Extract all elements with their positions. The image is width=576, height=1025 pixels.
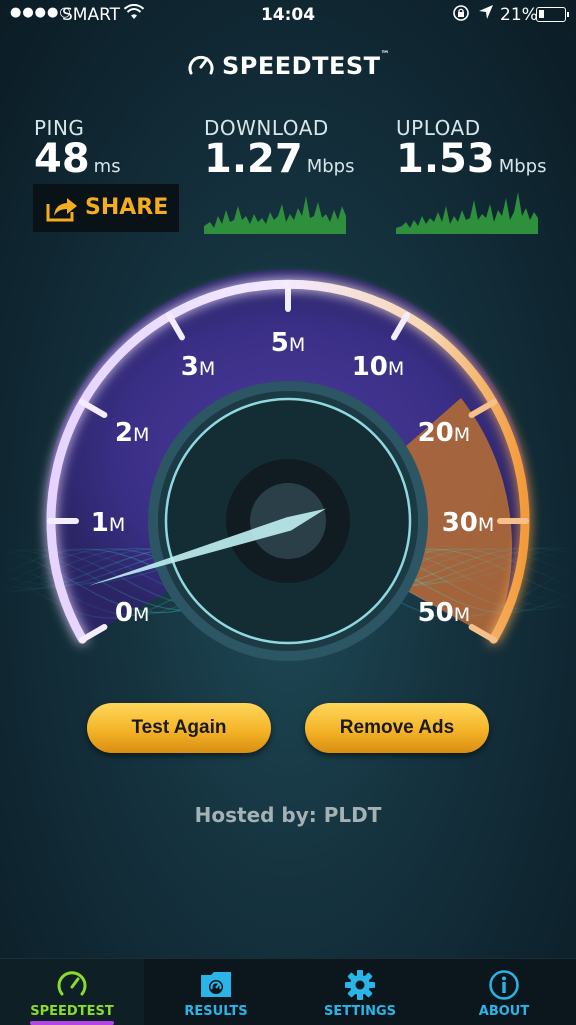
gauge-tick-value: 50 — [418, 598, 454, 628]
gauge-tick-unit: M — [109, 514, 125, 536]
gauge-tick-value: 10 — [352, 352, 388, 382]
tab-about[interactable]: ABOUT — [432, 959, 576, 1025]
app-logo: SPEEDTEST™ — [0, 50, 576, 80]
info-icon — [489, 970, 519, 1000]
ping-value: 48 — [34, 136, 90, 182]
gauge-tick-unit: M — [133, 424, 149, 446]
upload-unit: Mbps — [498, 156, 547, 177]
upload-value: 1.53 — [396, 136, 495, 182]
battery-percent: 21% — [500, 5, 538, 25]
rotation-lock-icon — [452, 4, 470, 27]
tab-speedtest[interactable]: SPEEDTEST — [0, 959, 144, 1025]
gauge-tick-unit: M — [454, 604, 470, 626]
tab-settings-label: SETTINGS — [323, 1004, 397, 1019]
ping-metric: PING 48 ms — [34, 116, 121, 182]
gear-icon — [345, 970, 375, 1000]
gauge-tick-value: 2 — [115, 418, 133, 448]
tab-about-label: ABOUT — [478, 1004, 530, 1019]
remove-ads-button[interactable]: Remove Ads — [305, 703, 489, 753]
gauge-tick-unit: M — [388, 358, 404, 380]
gauge-tick-unit: M — [199, 358, 215, 380]
download-unit: Mbps — [306, 156, 355, 177]
gauge-tick-unit: M — [133, 604, 149, 626]
gauge-tick-value: 5 — [271, 328, 289, 358]
speedtest-logo-icon — [188, 55, 214, 75]
gauge-tick-unit: M — [289, 334, 305, 356]
app-title: SPEEDTEST — [221, 52, 381, 80]
gauge-tick-value: 20 — [418, 418, 454, 448]
gauge-tick-value: 3 — [181, 352, 199, 382]
download-value: 1.27 — [204, 136, 303, 182]
tab-settings[interactable]: SETTINGS — [288, 959, 432, 1025]
tab-results-label: RESULTS — [184, 1004, 248, 1019]
download-sparkline — [204, 196, 346, 234]
tab-bar: SPEEDTEST RESULTS SETTINGS ABOUT — [0, 958, 576, 1025]
share-label: SHARE — [85, 195, 169, 220]
upload-metric: UPLOAD 1.53 Mbps — [396, 116, 546, 182]
share-button[interactable]: SHARE — [33, 184, 179, 232]
gauge-tick-unit: M — [454, 424, 470, 446]
test-again-button[interactable]: Test Again — [87, 703, 271, 753]
gauge-tick-unit: M — [478, 514, 494, 536]
status-bar: ●●●●○ SMART 14:04 21% — [0, 0, 576, 30]
tab-results[interactable]: RESULTS — [144, 959, 288, 1025]
ping-unit: ms — [93, 156, 121, 177]
gauge-tick-value: 1 — [91, 508, 109, 538]
speed-gauge: 0M1M2M3M5M10M20M30M50M — [0, 269, 576, 661]
location-icon — [478, 3, 494, 26]
trademark: ™ — [380, 50, 390, 60]
gauge-tick-value: 30 — [442, 508, 478, 538]
battery-icon — [536, 7, 569, 22]
gauge-icon — [57, 971, 87, 996]
gauge-tick-value: 0 — [115, 598, 133, 628]
share-icon — [46, 198, 77, 222]
hosted-by: Hosted by: PLDT — [194, 803, 382, 827]
download-metric: DOWNLOAD 1.27 Mbps — [204, 116, 354, 182]
upload-sparkline — [396, 192, 538, 234]
tab-speedtest-label: SPEEDTEST — [30, 1004, 114, 1019]
results-folder-icon — [201, 972, 231, 997]
